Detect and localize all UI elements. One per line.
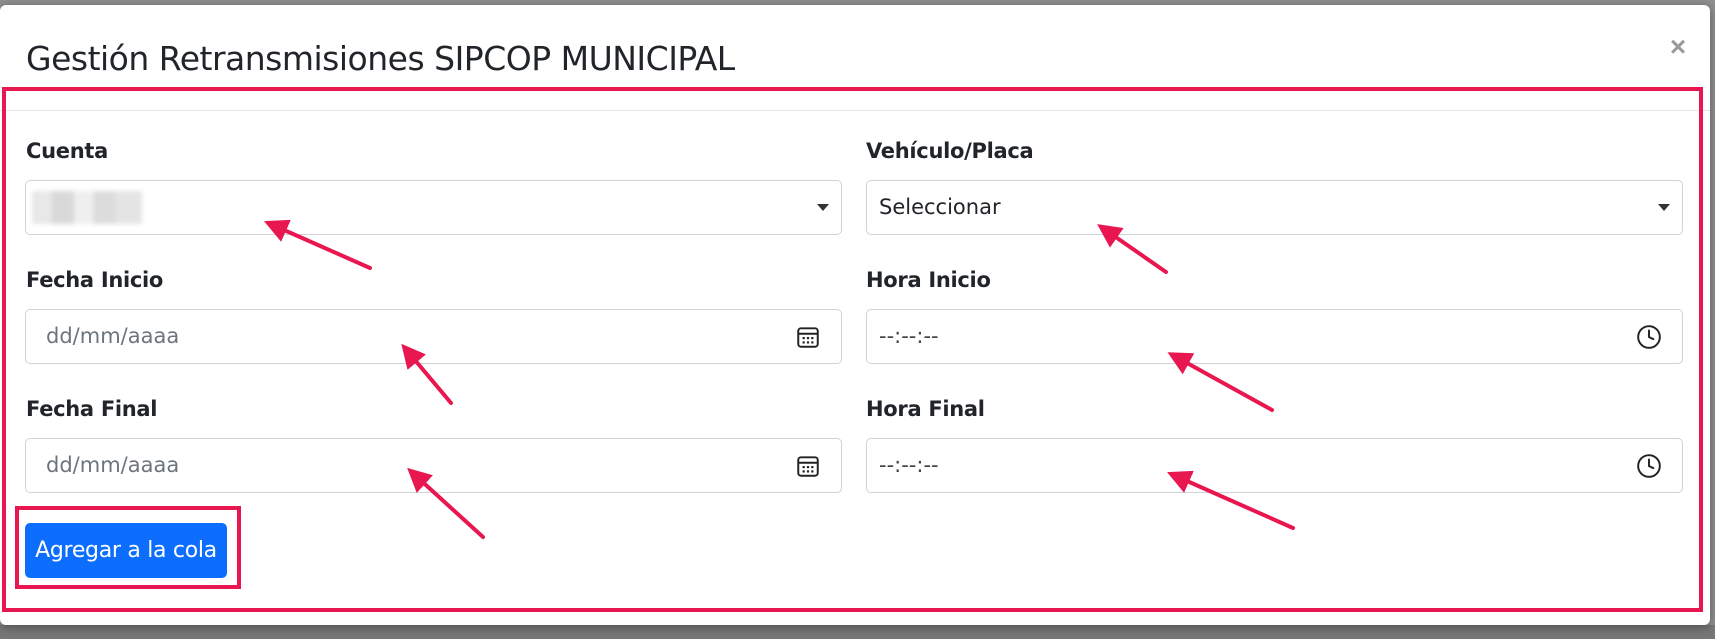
clock-icon[interactable] (1636, 453, 1662, 479)
cuenta-select[interactable] (25, 180, 842, 235)
hora-final-placeholder: --:--:-- (879, 453, 939, 477)
chevron-down-icon (817, 204, 829, 211)
vehiculo-select[interactable]: Seleccionar (866, 180, 1683, 235)
fecha-inicio-input[interactable]: dd/mm/aaaa (25, 309, 842, 364)
fecha-inicio-label: Fecha Inicio (26, 268, 164, 292)
modal-title: Gestión Retransmisiones SIPCOP MUNICIPAL (26, 39, 735, 78)
modal-header: Gestión Retransmisiones SIPCOP MUNICIPAL… (0, 5, 1710, 111)
clock-icon[interactable] (1636, 324, 1662, 350)
calendar-icon[interactable] (795, 324, 821, 350)
add-to-queue-button[interactable]: Agregar a la cola (25, 523, 227, 578)
fecha-final-placeholder: dd/mm/aaaa (46, 453, 180, 477)
hora-inicio-input[interactable]: --:--:-- (866, 309, 1683, 364)
cuenta-label: Cuenta (26, 139, 108, 163)
fecha-final-label: Fecha Final (26, 397, 158, 421)
fecha-final-input[interactable]: dd/mm/aaaa (25, 438, 842, 493)
close-icon[interactable]: × (1664, 33, 1692, 61)
vehiculo-label: Vehículo/Placa (866, 139, 1034, 163)
vehiculo-value: Seleccionar (879, 195, 1001, 219)
cuenta-value-redacted (32, 191, 142, 224)
hora-inicio-label: Hora Inicio (866, 268, 991, 292)
calendar-icon[interactable] (795, 453, 821, 479)
hora-final-input[interactable]: --:--:-- (866, 438, 1683, 493)
modal-dialog: Gestión Retransmisiones SIPCOP MUNICIPAL… (0, 5, 1710, 625)
fecha-inicio-placeholder: dd/mm/aaaa (46, 324, 180, 348)
hora-inicio-placeholder: --:--:-- (879, 324, 939, 348)
hora-final-label: Hora Final (866, 397, 985, 421)
chevron-down-icon (1658, 204, 1670, 211)
page-backdrop (0, 625, 1715, 639)
